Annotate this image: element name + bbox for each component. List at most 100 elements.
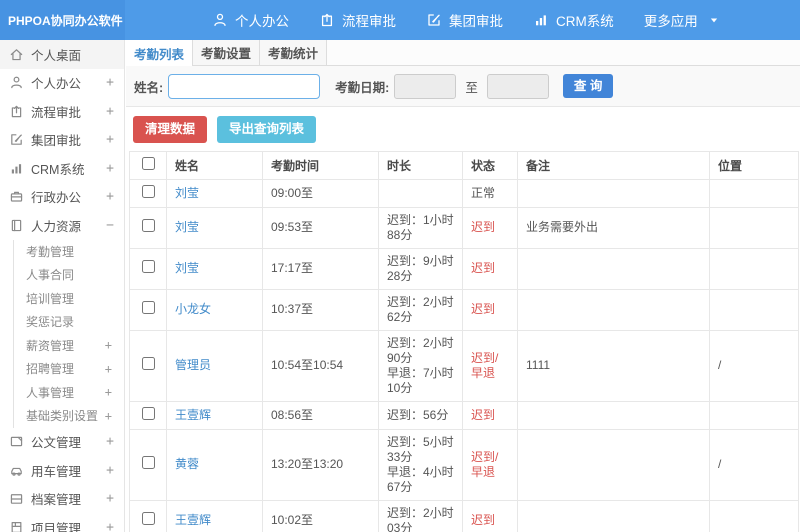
sidebar-subitem-2[interactable]: 培训管理 — [14, 287, 124, 311]
location-cell — [709, 178, 799, 208]
expand-indicator: + — [106, 519, 114, 532]
attendance-time: 10:37至 — [262, 288, 379, 331]
table-row: 刘莹 17:17至 迟到：9小时28分 迟到 — [129, 247, 799, 290]
table-row: 刘莹 09:53至 迟到：1小时88分 迟到 业务需要外出 — [129, 206, 799, 249]
name-filter-input[interactable] — [168, 73, 321, 99]
nav-item-4[interactable]: 更多应用 — [629, 0, 736, 40]
duration-line: 迟到：2小时62分 — [387, 294, 454, 324]
row-checkbox[interactable] — [141, 260, 155, 273]
sidebar-subitem-5[interactable]: 招聘管理 + — [14, 357, 124, 381]
sidebar-subitem-7[interactable]: 基础类别设置 + — [14, 404, 124, 428]
expand-indicator: + — [106, 132, 114, 148]
status-badge: 迟到 — [462, 400, 518, 430]
employee-name-link[interactable]: 刘莹 — [166, 178, 263, 208]
sidebar-subitem-label: 招聘管理 — [26, 362, 75, 377]
employee-name-link[interactable]: 刘莹 — [166, 247, 263, 290]
nav-item-label: 集团审批 — [449, 14, 503, 29]
row-checkbox[interactable] — [141, 357, 155, 370]
duration-line: 早退：4小时67分 — [387, 464, 454, 494]
location-cell: / — [709, 428, 799, 501]
row-checkbox[interactable] — [141, 456, 155, 469]
sidebar-subitem-6[interactable]: 人事管理 + — [14, 381, 124, 405]
date-from-input[interactable] — [394, 73, 457, 99]
row-select-cell — [129, 428, 167, 501]
table-row: 黄蓉 13:20至13:20 迟到：5小时33分 早退：4小时67分 迟到/早退 / — [129, 428, 799, 501]
sidebar-item-1[interactable]: 个人办公 + — [0, 69, 124, 98]
tab-2[interactable]: 考勤统计 — [260, 40, 327, 65]
location-cell — [709, 288, 799, 331]
column-header: 状态 — [462, 150, 518, 180]
row-select-cell — [129, 288, 167, 331]
export-list-button[interactable]: 导出查询列表 — [217, 116, 317, 143]
note-cell — [517, 428, 710, 501]
row-checkbox[interactable] — [141, 512, 155, 525]
attendance-time: 09:53至 — [262, 206, 379, 249]
table-header-row: 姓名 考勤时间 时长 状态 备注 位置 — [129, 150, 799, 180]
sidebar-subitem-label: 奖惩记录 — [26, 315, 75, 330]
select-all-checkbox[interactable] — [141, 157, 155, 170]
sidebar-item-3[interactable]: 集团审批 + — [0, 126, 124, 155]
table-row: 刘莹 09:00至 正常 — [129, 178, 799, 208]
row-checkbox[interactable] — [141, 301, 155, 314]
row-select-cell — [129, 499, 167, 532]
sidebar-item-7[interactable]: 公文管理 + — [0, 428, 124, 457]
employee-name-link[interactable]: 黄蓉 — [166, 428, 263, 501]
duration-cell: 迟到：2小时03分 — [378, 499, 463, 532]
sidebar-item-label: 公文管理 — [31, 436, 82, 451]
status-badge: 正常 — [462, 178, 518, 208]
sidebar-item-0[interactable]: 个人桌面 — [0, 40, 124, 69]
employee-name-link[interactable]: 管理员 — [166, 329, 263, 402]
menu-toggle-button[interactable] — [169, 0, 197, 40]
sidebar-item-4[interactable]: CRM系统 + — [0, 154, 124, 183]
sidebar-subitem-0[interactable]: 考勤管理 — [14, 240, 124, 264]
status-badge: 迟到/早退 — [462, 329, 518, 402]
nav-item-3[interactable]: CRM系统 — [518, 0, 629, 40]
sidebar-item-10[interactable]: 项目管理 + — [0, 513, 124, 532]
attendance-time: 13:20至13:20 — [262, 428, 379, 501]
sidebar-item-label: 个人桌面 — [31, 48, 82, 63]
sidebar-item-label: 集团审批 — [31, 134, 82, 149]
sidebar-subitem-1[interactable]: 人事合同 — [14, 263, 124, 287]
nav-item-0[interactable]: 个人办公 — [197, 0, 304, 40]
tab-1[interactable]: 考勤设置 — [193, 40, 260, 65]
search-button[interactable]: 查 询 — [562, 73, 614, 99]
location-cell — [709, 499, 799, 532]
employee-name-link[interactable]: 王壹辉 — [166, 400, 263, 430]
tab-0[interactable]: 考勤列表 — [126, 40, 193, 66]
date-to-input[interactable] — [486, 73, 549, 99]
nav-item-1[interactable]: 流程审批 — [304, 0, 411, 40]
row-checkbox[interactable] — [141, 219, 155, 232]
employee-name-link[interactable]: 王壹辉 — [166, 499, 263, 532]
sidebar-subitem-3[interactable]: 奖惩记录 — [14, 310, 124, 334]
sidebar-subtree: 考勤管理 人事合同 培训管理奖惩记录薪资管理 + 招聘管理 + 人事管理 + 基础类别设置 + — [13, 239, 124, 428]
tab-bar: 考勤列表 考勤设置 考勤统计 — [126, 40, 800, 66]
duration-cell: 迟到：56分 — [378, 400, 463, 430]
select-all-cell — [129, 150, 167, 180]
sidebar-item-2[interactable]: 流程审批 + — [0, 97, 124, 126]
sidebar-item-8[interactable]: 用车管理 + — [0, 456, 124, 485]
clean-data-button[interactable]: 清理数据 — [133, 116, 208, 143]
expand-indicator: + — [106, 75, 114, 91]
nav-item-label: 个人办公 — [235, 14, 289, 29]
row-select-cell — [129, 329, 167, 402]
share-icon — [319, 12, 335, 28]
car-icon — [9, 463, 24, 478]
row-checkbox[interactable] — [141, 406, 155, 420]
employee-name-link[interactable]: 小龙女 — [166, 288, 263, 331]
sidebar-subitem-4[interactable]: 薪资管理 + — [14, 334, 124, 358]
row-select-cell — [129, 247, 167, 290]
status-badge: 迟到/早退 — [462, 428, 518, 501]
sidebar-item-9[interactable]: 档案管理 + — [0, 485, 124, 514]
duration-line: 迟到：5小时33分 — [387, 434, 454, 464]
duration-line: 迟到：9小时28分 — [387, 253, 454, 283]
sidebar-item-6[interactable]: 人力资源 − — [0, 211, 124, 240]
employee-name-link[interactable]: 刘莹 — [166, 206, 263, 249]
row-select-cell — [129, 178, 167, 208]
note-cell — [517, 178, 710, 208]
sidebar-item-5[interactable]: 行政办公 + — [0, 183, 124, 212]
row-checkbox[interactable] — [141, 184, 155, 198]
nav-item-label: 流程审批 — [342, 14, 396, 29]
nav-item-2[interactable]: 集团审批 — [411, 0, 518, 40]
bar-chart-icon — [533, 12, 549, 28]
status-badge: 迟到 — [462, 499, 518, 532]
